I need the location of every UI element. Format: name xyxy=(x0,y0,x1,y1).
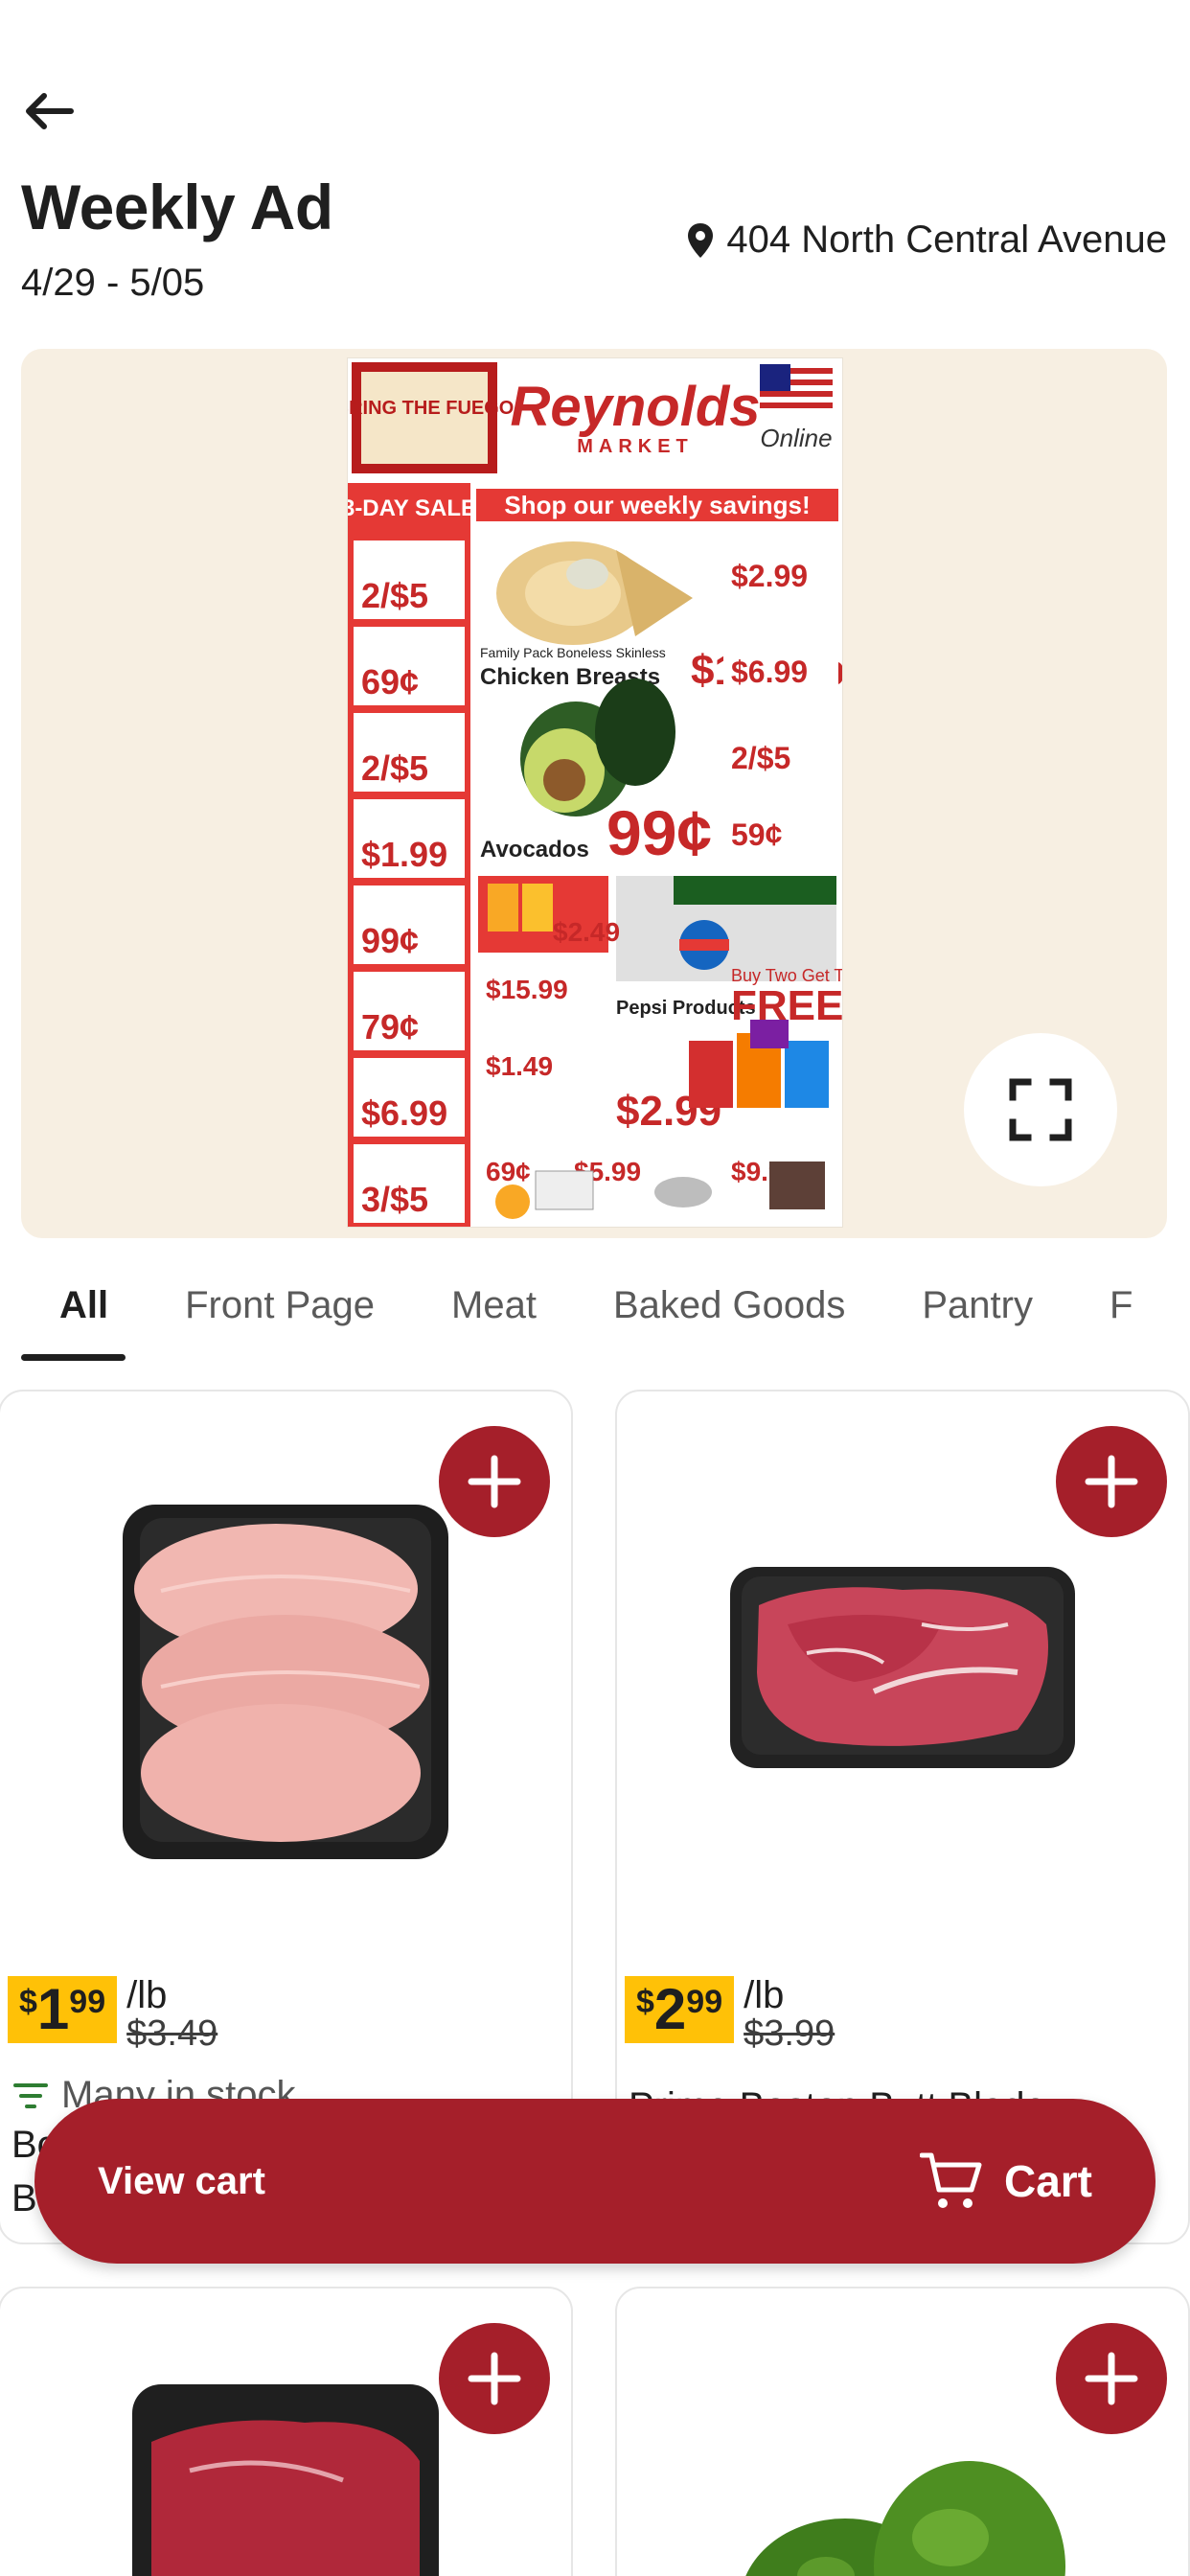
original-price: $3.49 xyxy=(126,2013,218,2054)
flyer-price: 69¢ xyxy=(361,662,419,702)
sale-price: $ 1 99 xyxy=(8,1976,118,2043)
price-whole: 2 xyxy=(653,1977,687,2041)
tab-more[interactable]: F xyxy=(1071,1246,1171,1365)
plus-icon xyxy=(1085,1455,1138,1508)
price-row: $ 2 99 /lb $3.99 xyxy=(625,1976,835,2053)
flyer-chicken-desc: Family Pack Boneless Skinless xyxy=(480,645,666,660)
plus-icon xyxy=(468,2352,521,2405)
price-currency: $ xyxy=(636,1984,654,2020)
store-address: 404 North Central Avenue xyxy=(726,218,1167,261)
add-to-cart-button[interactable] xyxy=(1056,1426,1167,1537)
price-row: $ 1 99 /lb $3.49 xyxy=(8,1976,217,2053)
flyer-online: Online xyxy=(760,424,832,452)
flyer-price: 2/$5 xyxy=(361,576,428,615)
weekly-ad-flyer[interactable]: BRING THE FUEGO Reynolds MARKET Online 3… xyxy=(348,358,842,1227)
price-cents: 99 xyxy=(69,1984,106,2020)
flyer-price: $1.99 xyxy=(361,835,447,874)
flyer-price: 2/$5 xyxy=(361,748,428,788)
tab-baked-goods[interactable]: Baked Goods xyxy=(575,1246,883,1365)
store-location[interactable]: 404 North Central Avenue xyxy=(686,218,1167,262)
price-currency: $ xyxy=(19,1984,37,2020)
flyer-price: $2.49 xyxy=(553,917,620,947)
product-card[interactable] xyxy=(0,2287,573,2576)
flyer-avocado: Avocados xyxy=(480,837,589,862)
cart-icon xyxy=(919,2152,982,2208)
location-pin-icon xyxy=(688,222,714,258)
page-title: Weekly Ad xyxy=(21,172,333,242)
add-to-cart-button[interactable] xyxy=(439,2323,550,2434)
flyer-price: 69¢ xyxy=(486,1157,531,1186)
product-card[interactable] xyxy=(615,2287,1190,2576)
flyer-price: 79¢ xyxy=(361,1007,419,1046)
flyer-price: $15.99 xyxy=(486,975,568,1004)
flyer-price: $6.99 xyxy=(361,1093,447,1133)
view-cart-bar[interactable]: View cart Cart xyxy=(34,2099,1156,2264)
add-to-cart-button[interactable] xyxy=(439,1426,550,1537)
flyer-price: 99¢ xyxy=(361,921,419,960)
plus-icon xyxy=(1085,2352,1138,2405)
view-cart-label: View cart xyxy=(98,2159,265,2202)
expand-ad-button[interactable] xyxy=(964,1033,1117,1186)
flyer-price: 3/$5 xyxy=(361,1180,428,1219)
flyer-badge: BRING THE FUEGO xyxy=(348,398,514,419)
back-arrow-icon xyxy=(26,93,74,129)
flag-icon xyxy=(760,364,833,414)
expand-icon xyxy=(1009,1078,1072,1141)
weekly-ad-panel[interactable]: BRING THE FUEGO Reynolds MARKET Online 3… xyxy=(21,349,1167,1238)
price-unit: /lb xyxy=(744,1974,785,2016)
flyer-banner-right: Shop our weekly savings! xyxy=(504,491,810,519)
add-to-cart-button[interactable] xyxy=(1056,2323,1167,2434)
back-button[interactable] xyxy=(13,77,82,146)
plus-icon xyxy=(468,1455,521,1508)
ad-date-range: 4/29 - 5/05 xyxy=(21,262,205,304)
flyer-price: $1.49 xyxy=(486,1051,553,1081)
flyer-price: 2/$5 xyxy=(731,741,790,775)
tab-all[interactable]: All xyxy=(0,1246,147,1365)
price-unit: /lb xyxy=(126,1974,168,2016)
price-whole: 1 xyxy=(36,1977,70,2041)
tab-meat[interactable]: Meat xyxy=(413,1246,575,1365)
flyer-price: 59¢ xyxy=(731,817,783,852)
flyer-price: $6.99 xyxy=(731,655,808,689)
flyer-store-sub: MARKET xyxy=(577,436,694,457)
sale-price: $ 2 99 xyxy=(625,1976,735,2043)
flyer-banner-left: 3-DAY SALE xyxy=(348,495,476,521)
flyer-store-name: Reynolds xyxy=(510,376,760,438)
cart-button[interactable]: Cart xyxy=(919,2151,1092,2211)
tab-pantry[interactable]: Pantry xyxy=(883,1246,1071,1365)
price-cents: 99 xyxy=(686,1984,723,2020)
filter-lines-icon xyxy=(13,2082,48,2108)
flyer-price: $2.99 xyxy=(731,559,808,593)
original-price: $3.99 xyxy=(744,2013,835,2054)
tab-front-page[interactable]: Front Page xyxy=(147,1246,413,1365)
category-tabs: All Front Page Meat Baked Goods Pantry F xyxy=(0,1246,1190,1365)
cart-label: Cart xyxy=(1003,2156,1092,2206)
